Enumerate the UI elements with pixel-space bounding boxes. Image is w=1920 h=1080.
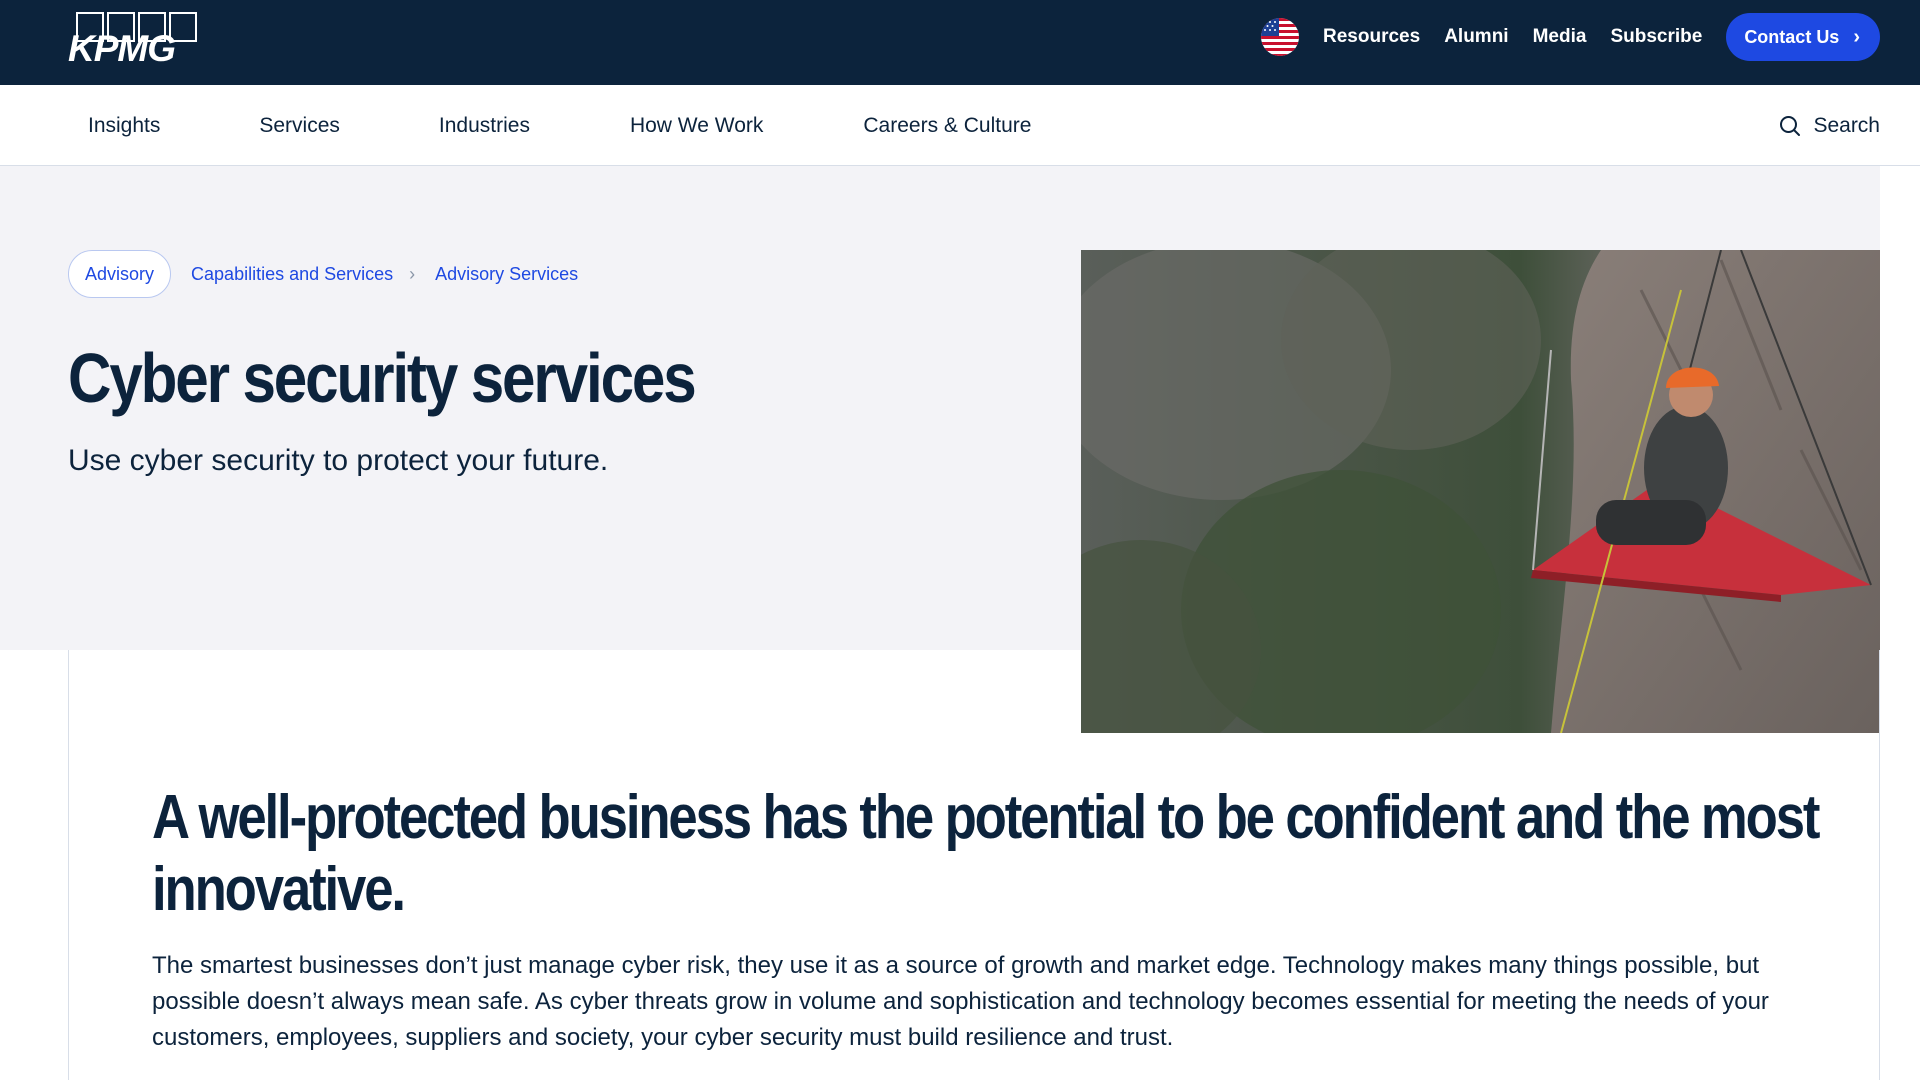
section-heading: A well-protected business has the potent…: [152, 782, 1820, 926]
page-subtitle: Use cyber security to protect your futur…: [68, 444, 609, 477]
utility-nav: Resources Alumni Media Subscribe Contact…: [1261, 13, 1880, 61]
breadcrumb-advisory-services[interactable]: Advisory Services: [435, 264, 578, 285]
nav-item-careers-culture[interactable]: Careers & Culture: [863, 114, 1031, 138]
alumni-link[interactable]: Alumni: [1444, 26, 1508, 48]
nav-item-insights[interactable]: Insights: [88, 114, 160, 138]
media-link[interactable]: Media: [1533, 26, 1587, 48]
search-label: Search: [1813, 113, 1880, 137]
search-button[interactable]: Search: [1779, 85, 1880, 166]
nav-item-industries[interactable]: Industries: [439, 114, 530, 138]
main-nav: Insights Services Industries How We Work…: [0, 85, 1920, 166]
us-flag-icon[interactable]: [1261, 18, 1300, 56]
section-heading-line1: A well-protected business has the potent…: [152, 783, 1820, 852]
contact-us-label: Contact Us: [1744, 26, 1840, 47]
section-heading-line2: innovative.: [152, 855, 406, 924]
resources-link[interactable]: Resources: [1323, 26, 1420, 48]
section-body: The smartest businesses don’t just manag…: [152, 952, 1769, 1051]
search-icon: [1780, 115, 1801, 136]
page-title: Cyber security services: [68, 339, 697, 417]
kpmg-logo[interactable]: KPMG: [68, 10, 204, 69]
contact-us-button[interactable]: Contact Us ›: [1726, 13, 1880, 61]
breadcrumb: Advisory Capabilities and Services › Adv…: [68, 250, 578, 298]
logo-wordmark: KPMG: [68, 28, 176, 69]
nav-item-services[interactable]: Services: [259, 114, 340, 138]
top-bar: KPMG Resources Alumni Media Subscribe Co…: [0, 0, 1920, 85]
breadcrumb-capabilities[interactable]: Capabilities and Services: [191, 264, 393, 285]
chevron-right-icon: ›: [1853, 25, 1860, 48]
chevron-right-icon: ›: [409, 263, 416, 284]
nav-item-how-we-work[interactable]: How We Work: [630, 114, 763, 138]
breadcrumb-advisory[interactable]: Advisory: [68, 250, 172, 298]
subscribe-link[interactable]: Subscribe: [1610, 26, 1702, 48]
